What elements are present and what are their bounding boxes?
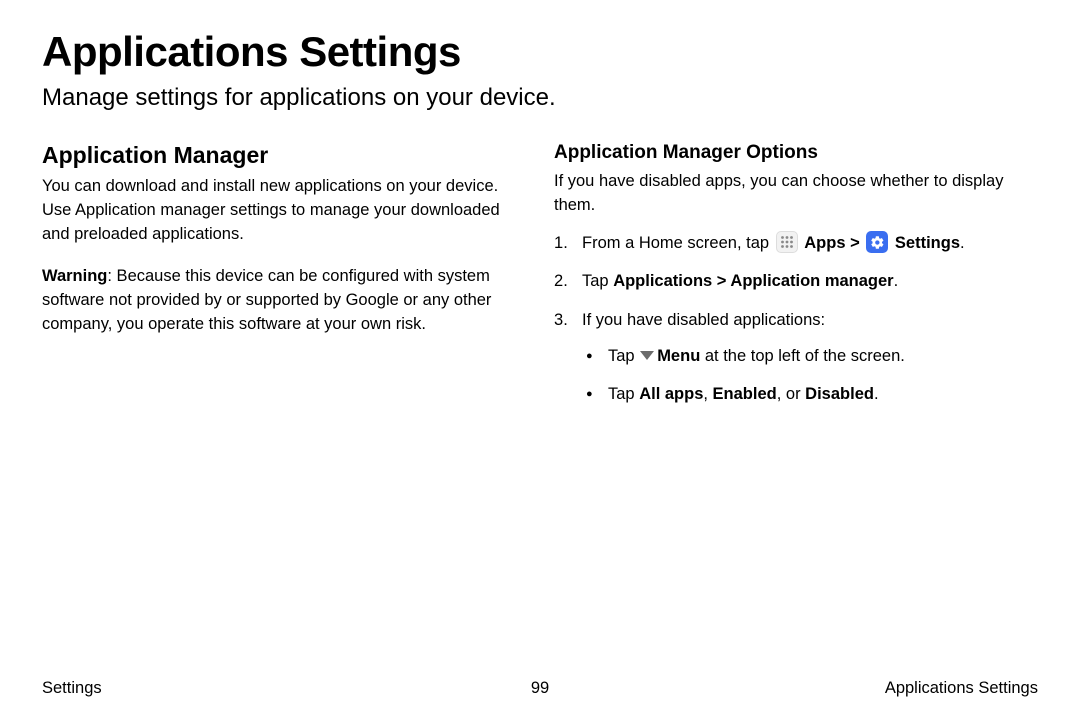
- bullet-2-a: Tap: [608, 385, 639, 403]
- step-2-applications: Applications: [613, 272, 712, 290]
- disabled-label: Disabled: [805, 385, 874, 403]
- step-2-app-manager: Application manager: [730, 272, 893, 290]
- bullet-1-b: at the top left of the screen.: [700, 347, 905, 365]
- footer-left: Settings: [42, 679, 102, 698]
- settings-label: Settings: [895, 234, 960, 252]
- dropdown-icon: [640, 351, 654, 360]
- bullet-2-d: , or: [777, 385, 805, 403]
- step-1-text-a: From a Home screen, tap: [582, 234, 774, 252]
- step-2-text-a: Tap: [582, 272, 613, 290]
- page-title: Applications Settings: [42, 28, 1038, 76]
- bullet-2-end: .: [874, 385, 879, 403]
- options-intro: If you have disabled apps, you can choos…: [554, 170, 1038, 218]
- warning-paragraph: Warning: Because this device can be conf…: [42, 265, 526, 337]
- warning-label: Warning: [42, 267, 107, 285]
- bullet-list: Tap Menu at the top left of the screen. …: [582, 343, 1038, 408]
- warning-text: : Because this device can be configured …: [42, 267, 491, 333]
- app-manager-description: You can download and install new applica…: [42, 175, 526, 247]
- step-2-sep: >: [712, 272, 730, 290]
- settings-icon: [866, 231, 888, 253]
- step-2: Tap Applications > Application manager.: [554, 268, 1038, 294]
- bullet-2-c: ,: [703, 385, 712, 403]
- step-2-end: .: [894, 272, 899, 290]
- section-heading-app-manager: Application Manager: [42, 142, 526, 169]
- document-page: Applications Settings Manage settings fo…: [0, 0, 1080, 720]
- apps-label: Apps: [804, 234, 845, 252]
- apps-icon: [776, 231, 798, 253]
- page-subtitle: Manage settings for applications on your…: [42, 84, 1038, 112]
- page-footer: Settings 99 Applications Settings: [42, 679, 1038, 698]
- right-column: Application Manager Options If you have …: [554, 142, 1038, 420]
- bullet-1: Tap Menu at the top left of the screen.: [582, 343, 1038, 369]
- steps-list: From a Home screen, tap Apps > Settings: [554, 230, 1038, 408]
- menu-label: Menu: [657, 347, 700, 365]
- bullet-1-a: Tap: [608, 347, 639, 365]
- two-column-layout: Application Manager You can download and…: [42, 142, 1038, 420]
- bullet-2: Tap All apps, Enabled, or Disabled.: [582, 381, 1038, 407]
- enabled-label: Enabled: [713, 385, 777, 403]
- section-heading-app-manager-options: Application Manager Options: [554, 142, 1038, 164]
- step-3: If you have disabled applications: Tap M…: [554, 307, 1038, 408]
- left-column: Application Manager You can download and…: [42, 142, 526, 420]
- page-number: 99: [531, 679, 549, 698]
- footer-right: Applications Settings: [885, 679, 1038, 698]
- step-1-end: .: [960, 234, 965, 252]
- all-apps-label: All apps: [639, 385, 703, 403]
- step-1: From a Home screen, tap Apps > Settings: [554, 230, 1038, 256]
- step-1-sep: >: [850, 234, 864, 252]
- step-3-text: If you have disabled applications:: [582, 311, 825, 329]
